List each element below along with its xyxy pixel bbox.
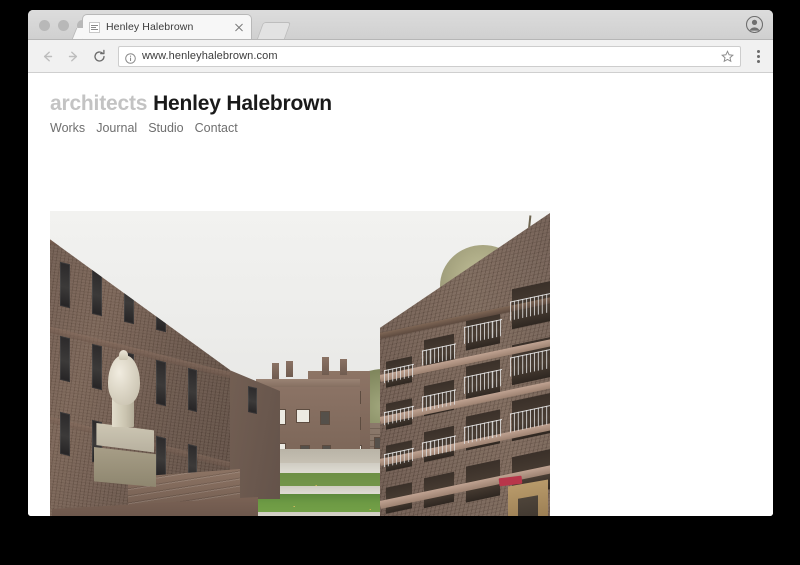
nav-item-contact[interactable]: Contact: [195, 121, 238, 135]
back-button[interactable]: [34, 43, 60, 69]
photo-pineapple-finial: [108, 355, 140, 405]
tab-favicon-icon: [89, 21, 100, 33]
nav-item-journal[interactable]: Journal: [96, 121, 137, 135]
screenshot-root: Henley Halebrown www.henleyhalebrown.com…: [0, 0, 800, 565]
brand-prefix: architects: [50, 92, 148, 115]
browser-menu-button[interactable]: [749, 43, 767, 69]
window-close-button[interactable]: [39, 20, 50, 31]
browser-toolbar: www.henleyhalebrown.com: [28, 40, 773, 73]
nav-item-studio[interactable]: Studio: [148, 121, 183, 135]
page-viewport: architects Henley Halebrown Works Journa…: [28, 73, 773, 516]
tab-close-icon[interactable]: [233, 21, 245, 33]
three-dot-menu-icon: [756, 54, 760, 58]
photo-finial-tip: [119, 350, 128, 360]
nav-item-works[interactable]: Works: [50, 121, 85, 135]
reload-icon: [93, 49, 105, 62]
arrow-left-icon: [43, 51, 52, 61]
tab-title: Henley Halebrown: [106, 21, 194, 33]
bookmark-star-icon[interactable]: [721, 49, 734, 63]
photo-chimney: [286, 361, 293, 377]
browser-tab-active[interactable]: Henley Halebrown: [82, 14, 252, 39]
photo-chimney: [322, 357, 329, 375]
photo-chimney: [340, 359, 347, 375]
three-dot-menu-icon: [756, 49, 760, 53]
account-avatar-icon[interactable]: [746, 16, 763, 33]
forward-button[interactable]: [60, 43, 86, 69]
brand-name: Henley Halebrown: [153, 92, 332, 115]
site-nav: Works Journal Studio Contact: [50, 121, 332, 135]
reload-button[interactable]: [86, 43, 112, 69]
window-minimize-button[interactable]: [58, 20, 69, 31]
site-logo[interactable]: architects Henley Halebrown: [50, 91, 332, 116]
three-dot-menu-icon: [756, 59, 760, 63]
arrow-right-icon: [68, 51, 77, 61]
browser-window: Henley Halebrown www.henleyhalebrown.com…: [28, 10, 773, 516]
site-header: architects Henley Halebrown Works Journa…: [50, 91, 332, 135]
info-circle-icon[interactable]: [125, 51, 136, 64]
new-tab-button[interactable]: [256, 22, 292, 39]
address-bar-url: www.henleyhalebrown.com: [142, 50, 278, 62]
photo-chimney: [272, 363, 279, 379]
photo-entrance-door: [518, 495, 538, 516]
address-bar[interactable]: www.henleyhalebrown.com: [118, 45, 741, 67]
hero-project-image[interactable]: [50, 211, 550, 516]
browser-tab-strip: Henley Halebrown: [28, 10, 773, 40]
